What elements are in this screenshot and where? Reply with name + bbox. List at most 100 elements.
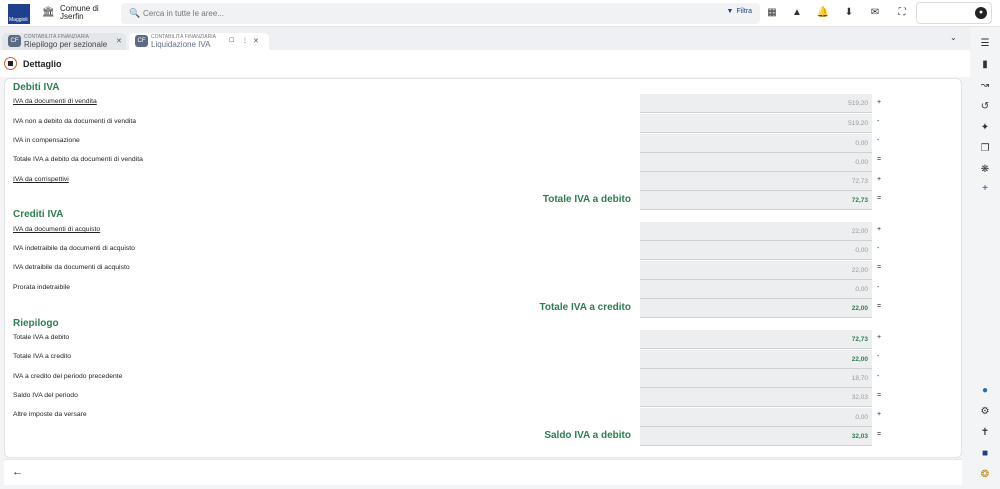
- total-label: Totale IVA a debito: [542, 194, 631, 205]
- copy-icon[interactable]: ❐: [978, 142, 992, 156]
- row-label[interactable]: IVA da documenti di acquisto: [13, 226, 100, 233]
- history-icon[interactable]: ↺: [978, 100, 992, 114]
- value-field: 519,20: [640, 94, 872, 113]
- operator: -: [877, 245, 880, 252]
- bell-icon[interactable]: 🔔: [816, 6, 830, 20]
- total-value: 22,00: [640, 299, 872, 318]
- operator: =: [877, 264, 882, 271]
- module-icon: CF: [8, 35, 21, 47]
- search-input[interactable]: [143, 7, 543, 20]
- row-label: IVA non a debito da documenti di vendita: [13, 118, 137, 125]
- operator: +: [877, 176, 882, 183]
- total-label: Totale IVA a credito: [539, 302, 632, 313]
- operator: -: [877, 118, 880, 125]
- operator: +: [877, 334, 882, 341]
- add-icon[interactable]: +: [978, 182, 992, 196]
- value-field: 22,00: [640, 261, 872, 280]
- operator: =: [877, 156, 882, 163]
- operator: +: [877, 99, 882, 106]
- row-label[interactable]: IVA da corrispettivi: [13, 176, 69, 183]
- back-arrow-icon[interactable]: ←: [12, 466, 23, 478]
- operator: -: [877, 373, 880, 380]
- apps-icon[interactable]: ▦: [765, 6, 779, 20]
- row-label: IVA detraibile da documenti di acquisto: [13, 264, 130, 271]
- user-menu[interactable]: ●: [916, 2, 992, 24]
- value-field: 0,00: [640, 408, 872, 427]
- value-field: 22,00: [640, 222, 872, 241]
- tab-title: Riepilogo per sezionale: [24, 40, 108, 49]
- total-value: 32,03: [640, 427, 872, 446]
- avatar-icon: ●: [975, 7, 987, 19]
- alert-icon[interactable]: ▲: [790, 6, 804, 20]
- operator: +: [877, 226, 882, 233]
- value-field: 0,00: [640, 134, 872, 153]
- value-field: 0,00: [640, 241, 872, 260]
- accessibility-icon[interactable]: ✝: [978, 426, 992, 440]
- location-icon[interactable]: ●: [978, 384, 992, 398]
- row-label: IVA in compensazione: [13, 137, 80, 144]
- tab-bar: CF CONTABILITÀ FINANZIARIA Riepilogo per…: [0, 27, 970, 50]
- page-title: Dettaglio: [23, 59, 62, 69]
- operator: -: [877, 137, 880, 144]
- row-label: Totale IVA a credito: [13, 353, 72, 360]
- row-label[interactable]: IVA da documenti di vendita: [13, 98, 97, 105]
- value-field: 18,70: [640, 369, 872, 388]
- tab-liquidazione-iva[interactable]: CF CONTABILITÀ FINANZIARIA Liquidazione …: [129, 33, 269, 50]
- search-icon: 🔍: [129, 8, 141, 18]
- section-riepilogo: Riepilogo: [13, 318, 59, 329]
- chevron-down-icon[interactable]: ⌄: [950, 33, 957, 42]
- tab-riepilogo-sezionale[interactable]: CF CONTABILITÀ FINANZIARIA Riepilogo per…: [2, 33, 126, 50]
- close-icon[interactable]: ✕: [116, 37, 122, 45]
- value-field: 22,00: [640, 350, 872, 369]
- value-field: 0,00: [640, 280, 872, 299]
- list-icon[interactable]: ☰: [978, 37, 992, 51]
- value-field: 72,73: [640, 330, 872, 349]
- panel-footer: ←: [4, 459, 962, 485]
- more-icon[interactable]: ⋮: [242, 37, 248, 44]
- row-label: IVA a credito del periodo precedente: [13, 373, 123, 380]
- value-field: 0,00: [640, 153, 872, 172]
- network-icon[interactable]: ❋: [978, 163, 992, 177]
- brand-logo-text: Maggioli: [9, 17, 28, 23]
- chat-icon[interactable]: ■: [978, 447, 992, 461]
- mail-icon[interactable]: ✉: [868, 6, 882, 20]
- section-debiti-iva: Debiti IVA: [13, 82, 60, 93]
- global-search[interactable]: 🔍 ▼Filtra: [121, 3, 760, 24]
- gear-icon[interactable]: ⚙: [978, 405, 992, 419]
- module-icon: CF: [135, 35, 148, 47]
- book-icon[interactable]: ▮: [978, 58, 992, 72]
- tab-title: Liquidazione IVA: [151, 40, 211, 49]
- row-label: Totale IVA a debito: [13, 334, 70, 341]
- filter-button[interactable]: ▼ Filtra: [727, 8, 753, 15]
- row-label: Altre imposte da versare: [13, 411, 87, 418]
- operator: =: [877, 195, 882, 202]
- value-field: 519,20: [640, 114, 872, 133]
- help-icon[interactable]: ❂: [978, 468, 992, 482]
- pin-icon[interactable]: ✦: [978, 121, 992, 135]
- row-label: IVA indetraibile da documenti di acquist…: [13, 245, 135, 252]
- top-bar: Maggioli 🏛 Comune di Jserfin 🔍 ▼Filtra ▦…: [0, 0, 1000, 27]
- total-value: 72,73: [640, 191, 872, 210]
- row-label: Saldo IVA del periodo: [13, 392, 78, 399]
- total-label: Saldo IVA a debito: [544, 430, 631, 441]
- value-field: 32,03: [640, 388, 872, 407]
- row-label: Totale IVA a debito da documenti di vend…: [13, 156, 143, 163]
- close-icon[interactable]: ✕: [253, 37, 259, 45]
- operator: +: [877, 411, 882, 418]
- building-icon: 🏛: [42, 7, 55, 18]
- org-name[interactable]: Comune di Jserfin: [60, 5, 110, 21]
- filter-label: Filtra: [736, 8, 752, 15]
- section-crediti-iva: Crediti IVA: [13, 209, 64, 220]
- fullscreen-icon[interactable]: ⛶: [895, 6, 909, 20]
- operator: =: [877, 431, 882, 438]
- value-field: 72,73: [640, 172, 872, 191]
- brand-logo[interactable]: Maggioli: [8, 4, 30, 24]
- bookmark-icon[interactable]: ☐: [229, 37, 234, 44]
- operator: =: [877, 392, 882, 399]
- trend-icon[interactable]: ↝: [978, 79, 992, 93]
- operator: -: [877, 284, 880, 291]
- download-icon[interactable]: ⬇: [842, 6, 856, 20]
- operator: =: [877, 303, 882, 310]
- filter-icon: ▼: [726, 8, 734, 15]
- panel-toggle-icon[interactable]: [4, 57, 17, 70]
